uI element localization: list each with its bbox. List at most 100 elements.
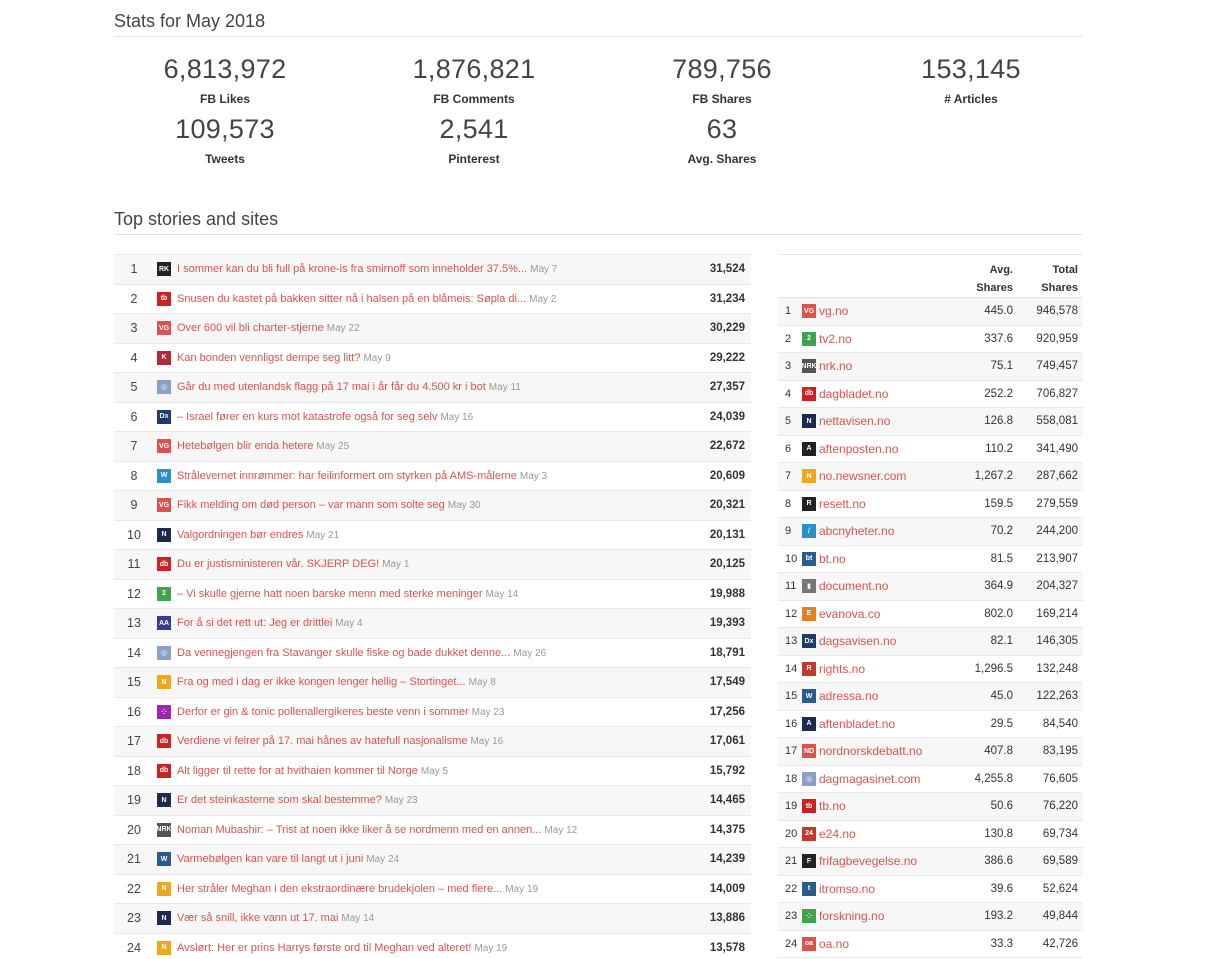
site-total-shares: 83,195 [1042, 745, 1078, 758]
story-link[interactable]: Noman Mubashir: – Trist at noen ikke lik… [177, 824, 541, 836]
aftenbladet-icon: A [802, 716, 816, 731]
story-shares: 30,229 [709, 322, 745, 335]
table-row: 23 N Vær så snill, ikke vann ut 17. mai May… [114, 904, 751, 934]
table-row: 21 W Varmebølgen kan vare til langt ut i j… [114, 845, 751, 875]
nordnorsk-icon: ND [802, 744, 816, 759]
site-link[interactable]: oa.no [819, 937, 849, 951]
story-link[interactable]: Fikk melding om død person – var mann so… [177, 499, 445, 511]
story-title-cell: Verdiene vi feirer på 17. mai hånes av h… [177, 735, 671, 747]
story-link[interactable]: Da vennegjengen fra Stavanger skulle fis… [177, 647, 510, 659]
site-total-shares: 42,726 [1042, 937, 1078, 950]
story-shares: 15,792 [709, 764, 745, 777]
globe-icon: ◎ [802, 771, 816, 786]
story-link[interactable]: I sommer kan du bli full på krone-is fra… [177, 263, 527, 275]
site-name-cell: oa oa.no [802, 936, 943, 951]
site-avg-shares: 386.6 [984, 855, 1013, 868]
stat-fb-comments: 1,876,821 FB Comments [354, 54, 594, 106]
site-link[interactable]: tv2.no [819, 332, 852, 346]
dagbladet-icon: db [157, 557, 171, 572]
story-link[interactable]: Kan bonden vennligst dempe seg litt? [177, 352, 360, 364]
dagbladet-icon: db [802, 386, 816, 401]
stat-label: Tweets [205, 152, 245, 166]
site-link[interactable]: dagbladet.no [819, 387, 888, 401]
story-link[interactable]: Valgordningen bør endres [177, 529, 303, 541]
site-link[interactable]: abcnyheter.no [819, 524, 894, 538]
story-link[interactable]: – Vi skulle gjerne hatt noen barske menn… [177, 588, 483, 600]
site-link[interactable]: no.newsner.com [819, 469, 906, 483]
site-link[interactable]: dagsavisen.no [819, 634, 896, 648]
site-link[interactable]: frifagbevegelse.no [819, 854, 917, 868]
site-total-shares: 920,959 [1036, 332, 1078, 345]
avg-shares-header[interactable]: Avg. Shares [943, 255, 1013, 297]
story-shares: 20,321 [709, 499, 745, 512]
site-rank: 12 [785, 607, 798, 620]
story-link[interactable]: Fra og med i dag er ikke kongen lenger h… [177, 676, 466, 688]
site-link[interactable]: rights.no [819, 662, 865, 676]
site-avg-shares: 50.6 [990, 800, 1013, 813]
story-link[interactable]: Derfor er gin & tonic pollenallergikeres… [177, 706, 469, 718]
table-row: 2 tb Snusen du kastet på bakken sitter nå … [114, 284, 751, 314]
site-name-cell: db dagbladet.no [802, 386, 943, 401]
site-link[interactable]: adressa.no [819, 689, 878, 703]
stat-label: FB Likes [199, 92, 250, 106]
table-row: 7 VG Hetebølgen blir enda hetere May 25 22,6… [114, 432, 751, 462]
adressa-icon: W [802, 689, 816, 704]
site-link[interactable]: nrk.no [819, 359, 852, 373]
site-link[interactable]: document.no [819, 579, 888, 593]
site-link[interactable]: nordnorskdebatt.no [819, 744, 922, 758]
site-link[interactable]: evanova.co [819, 607, 880, 621]
story-link[interactable]: Hetebølgen blir enda hetere [177, 440, 313, 452]
table-row: 6 Aaftenposten.no 110.2 341,490 [778, 435, 1083, 463]
tb-icon: tb [157, 291, 171, 306]
story-link[interactable]: Er det steinkasterne som skal bestemme? [177, 794, 382, 806]
site-link[interactable]: itromso.no [819, 882, 875, 896]
table-row: 16 Aaftenbladet.no 29.5 84,540 [778, 710, 1083, 738]
story-link[interactable]: Alt ligger til rette for at hvithaien ko… [177, 765, 418, 777]
site-link[interactable]: e24.no [819, 827, 856, 841]
site-avg-shares: 82.1 [990, 635, 1013, 648]
site-link[interactable]: bt.no [819, 552, 846, 566]
story-shares: 31,234 [709, 292, 745, 305]
story-shares: 13,886 [709, 912, 745, 925]
story-title-cell: Strålevernet innrømmer: har feilinformer… [177, 470, 671, 482]
site-name-cell: 24 e24.no [802, 826, 943, 841]
story-rank: 12 [127, 586, 141, 601]
story-link[interactable]: Her stråler Meghan i den ekstraordinære … [177, 883, 502, 895]
story-link[interactable]: Strålevernet innrømmer: har feilinformer… [177, 470, 517, 482]
total-shares-header[interactable]: Total Shares [1013, 255, 1083, 297]
story-title-cell: – Israel fører en kurs mot katastrofe og… [177, 411, 671, 423]
story-link[interactable]: Varmebølgen kan vare til langt ut i juni [177, 853, 363, 865]
story-link[interactable]: Du er justisministeren vår. SKJERP DEG! [177, 558, 379, 570]
site-link[interactable]: tb.no [819, 799, 846, 813]
site-link[interactable]: vg.no [819, 304, 848, 318]
story-link[interactable]: For å si det rett ut: Jeg er drittlei [177, 617, 332, 629]
site-link[interactable]: forskning.no [819, 909, 884, 923]
wordpress-icon: W [157, 468, 171, 483]
site-avg-shares: 110.2 [985, 442, 1013, 455]
site-link[interactable]: aftenbladet.no [819, 717, 895, 731]
story-link[interactable]: Snusen du kastet på bakken sitter nå i h… [177, 293, 526, 305]
story-date: May 30 [447, 500, 481, 512]
site-rank: 4 [785, 387, 792, 400]
site-link[interactable]: aftenposten.no [819, 442, 898, 456]
site-name-cell: tb tb.no [802, 799, 943, 814]
story-link[interactable]: Over 600 vil bli charter-stjerne [177, 322, 324, 334]
site-rank: 2 [785, 332, 792, 345]
site-link[interactable]: resett.no [819, 497, 866, 511]
story-rank: 15 [127, 675, 141, 690]
site-avg-shares: 33.3 [990, 937, 1013, 950]
story-date: May 9 [363, 352, 391, 364]
site-link[interactable]: dagmagasinet.com [819, 772, 920, 786]
story-link[interactable]: Verdiene vi feirer på 17. mai hånes av h… [177, 735, 467, 747]
site-rank: 9 [785, 525, 792, 538]
story-link[interactable]: Vær så snill, ikke vann ut 17. mai [177, 912, 338, 924]
site-link[interactable]: nettavisen.no [819, 414, 890, 428]
story-link[interactable]: – Israel fører en kurs mot katastrofe og… [177, 411, 437, 423]
site-name-cell: ▮ document.no [802, 579, 943, 594]
site-name-cell: NRK nrk.no [802, 359, 943, 374]
story-link[interactable]: Avslørt: Her er prins Harrys første ord … [177, 942, 471, 954]
story-link[interactable]: Går du med utenlandsk flagg på 17 mai i … [177, 381, 486, 393]
table-row: 19 tb tb.no 50.6 76,220 [778, 793, 1083, 821]
site-name-cell: Aaftenbladet.no [802, 716, 943, 731]
site-avg-shares: 337.6 [984, 332, 1013, 345]
